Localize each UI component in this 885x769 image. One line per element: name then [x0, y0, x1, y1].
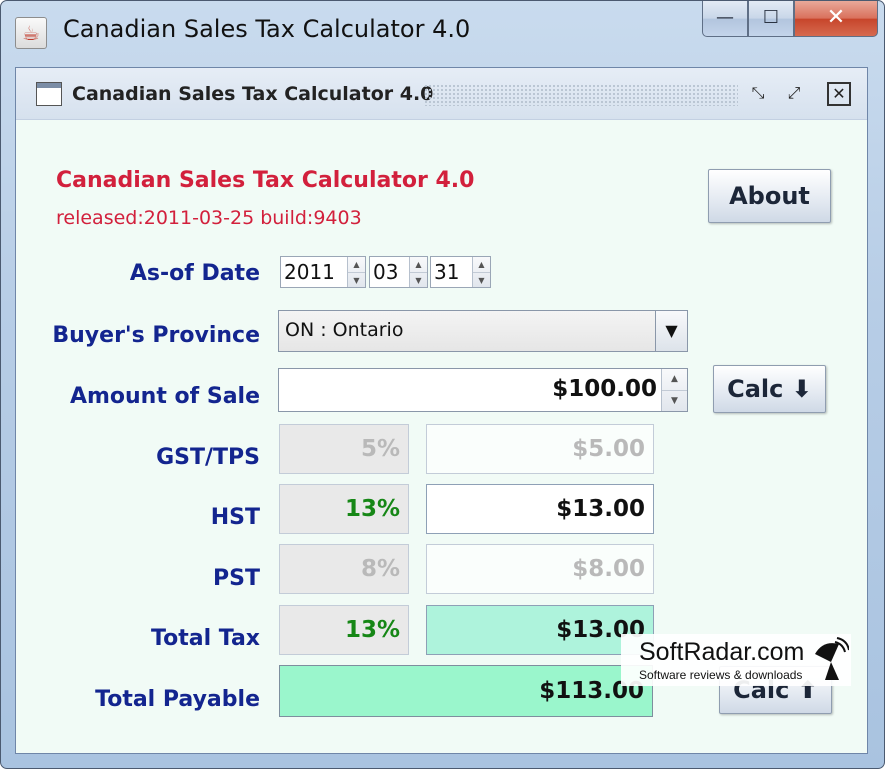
pst-rate-field: 8% [279, 544, 409, 594]
softradar-watermark: SoftRadar.com Software reviews & downloa… [621, 634, 851, 686]
maximize-button[interactable]: ☐ [748, 1, 794, 37]
maximize-icon[interactable]: ⤢ [782, 82, 806, 106]
window-title: Canadian Sales Tax Calculator 4.0 [63, 15, 471, 43]
province-selected-value: ON : Ontario [285, 319, 404, 341]
window-controls: — ☐ ✕ [702, 1, 878, 45]
up-arrow-icon[interactable]: ▲ [662, 369, 687, 391]
gst-amount-field: $5.00 [426, 424, 654, 474]
amount-label: Amount of Sale [69, 384, 260, 409]
total-payable-field[interactable]: $113.00 [279, 665, 653, 717]
down-arrow-icon[interactable]: ▼ [662, 391, 687, 412]
total-tax-label: Total Tax [151, 626, 260, 651]
release-info: released:2011-03-25 build:9403 [56, 207, 362, 229]
day-value[interactable]: 31 [431, 257, 472, 287]
amount-of-sale-input[interactable]: $100.00 ▲ ▼ [278, 368, 688, 412]
as-of-date-label: As-of Date [129, 261, 260, 286]
application-window: ☕ Canadian Sales Tax Calculator 4.0 — ☐ … [0, 0, 885, 769]
app-heading: Canadian Sales Tax Calculator 4.0 [56, 168, 475, 193]
amount-spinner-arrows[interactable]: ▲ ▼ [661, 369, 687, 411]
month-value[interactable]: 03 [370, 257, 409, 287]
up-arrow-icon[interactable]: ▲ [348, 257, 365, 273]
satellite-dish-icon [815, 637, 849, 680]
day-spinner[interactable]: 31 ▲ ▼ [430, 256, 491, 288]
down-arrow-icon[interactable]: ▼ [410, 273, 427, 288]
year-value[interactable]: 2011 [281, 257, 347, 287]
hst-rate-field: 13% [279, 484, 409, 534]
about-button[interactable]: About [708, 169, 831, 223]
close-icon[interactable]: ✕ [827, 82, 851, 106]
frame-window-icon [36, 82, 62, 106]
internal-frame-title: Canadian Sales Tax Calculator 4.0 [72, 83, 434, 105]
month-spinner[interactable]: 03 ▲ ▼ [369, 256, 428, 288]
chevron-down-icon[interactable]: ▼ [655, 311, 687, 351]
pst-amount-field: $8.00 [426, 544, 654, 594]
amount-of-sale-value[interactable]: $100.00 [552, 376, 657, 402]
total-payable-label: Total Payable [95, 687, 260, 712]
province-label: Buyer's Province [52, 323, 260, 348]
calc-down-button[interactable]: Calc ⬇ [713, 365, 826, 413]
watermark-tagline: Software reviews & downloads [639, 668, 803, 682]
year-spinner-arrows[interactable]: ▲ ▼ [347, 257, 365, 287]
window-titlebar[interactable]: ☕ Canadian Sales Tax Calculator 4.0 — ☐ … [1, 1, 885, 63]
year-spinner[interactable]: 2011 ▲ ▼ [280, 256, 366, 288]
minimize-button[interactable]: — [702, 1, 748, 37]
total-tax-amount-field: $13.00 [426, 605, 654, 655]
close-button[interactable]: ✕ [794, 1, 878, 37]
internal-frame-titlebar[interactable]: Canadian Sales Tax Calculator 4.0 ⤡ ⤢ ✕ [16, 68, 867, 120]
gst-rate-field: 5% [279, 424, 409, 474]
up-arrow-icon[interactable]: ▲ [410, 257, 427, 273]
pst-label: PST [213, 566, 260, 591]
up-arrow-icon[interactable]: ▲ [473, 257, 490, 273]
watermark-name: SoftRadar.com [639, 638, 805, 666]
total-tax-rate-field: 13% [279, 605, 409, 655]
month-spinner-arrows[interactable]: ▲ ▼ [409, 257, 427, 287]
province-select[interactable]: ON : Ontario ▼ [278, 310, 688, 352]
gst-label: GST/TPS [156, 445, 260, 470]
iconify-icon[interactable]: ⤡ [746, 82, 770, 106]
java-app-icon: ☕ [15, 17, 47, 49]
hst-amount-field: $13.00 [426, 484, 654, 534]
titlebar-grip [424, 84, 738, 106]
down-arrow-icon[interactable]: ▼ [473, 273, 490, 288]
down-arrow-icon[interactable]: ▼ [348, 273, 365, 288]
day-spinner-arrows[interactable]: ▲ ▼ [472, 257, 490, 287]
hst-label: HST [210, 505, 260, 530]
